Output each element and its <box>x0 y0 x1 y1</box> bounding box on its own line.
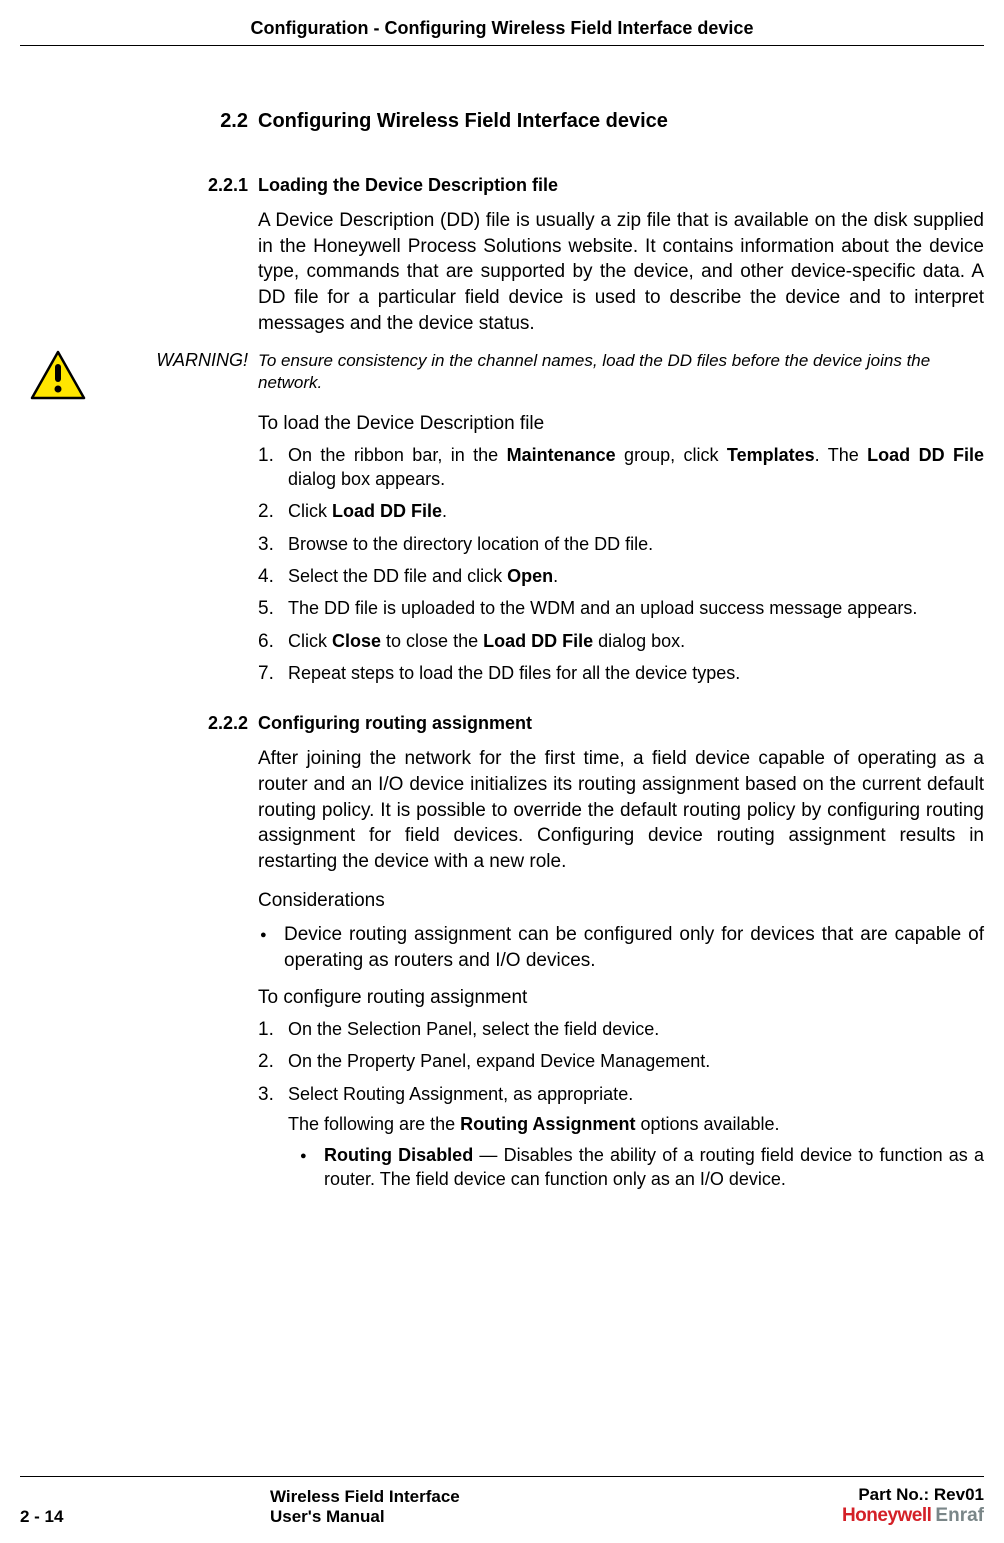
t: Open <box>507 566 553 586</box>
subsection-title: Loading the Device Description file <box>258 175 984 196</box>
options-list: Routing Disabled — Disables the ability … <box>298 1143 984 1192</box>
follow-text: The following are the Routing Assignment… <box>288 1114 984 1135</box>
warning-block: WARNING! To ensure consistency in the ch… <box>20 350 984 405</box>
t: group, click <box>616 445 727 465</box>
step: The DD file is uploaded to the WDM and a… <box>258 596 984 620</box>
t: Click <box>288 631 332 651</box>
para-2-2-2: After joining the network for the first … <box>258 746 984 874</box>
warning-label: WARNING! <box>94 350 258 371</box>
t: Load DD File <box>483 631 593 651</box>
page-header-title: Configuration - Configuring Wireless Fie… <box>0 0 1004 39</box>
step: Click Load DD File. <box>258 499 984 523</box>
t: . The <box>815 445 868 465</box>
para-2-2-1: A Device Description (DD) file is usuall… <box>258 208 984 336</box>
option-bullet: Routing Disabled — Disables the ability … <box>298 1143 984 1192</box>
t: Maintenance <box>507 445 616 465</box>
step: Click Close to close the Load DD File di… <box>258 629 984 653</box>
page-number: 2 - 14 <box>20 1507 240 1527</box>
t: Select the DD file and click <box>288 566 507 586</box>
header-rule <box>20 45 984 46</box>
steps-2-2-2: On the Selection Panel, select the field… <box>258 1017 984 1106</box>
section-title: Configuring Wireless Field Interface dev… <box>258 110 984 133</box>
content-area: 2.2 Configuring Wireless Field Interface… <box>20 100 984 1191</box>
bullet: Device routing assignment can be configu… <box>258 922 984 973</box>
considerations-list: Device routing assignment can be configu… <box>258 922 984 973</box>
t: Templates <box>727 445 815 465</box>
warning-text: To ensure consistency in the channel nam… <box>258 350 984 394</box>
footer-right: Part No.: Rev01 HoneywellEnraf <box>842 1485 984 1527</box>
brand: HoneywellEnraf <box>842 1505 984 1527</box>
considerations-label: Considerations <box>258 888 984 914</box>
step: Select the DD file and click Open. <box>258 564 984 588</box>
t: dialog box. <box>593 631 685 651</box>
t: The following are the <box>288 1114 460 1134</box>
t: to close the <box>381 631 483 651</box>
subsection-number: 2.2.1 <box>20 175 258 196</box>
lead-2-2-1: To load the Device Description file <box>258 411 984 437</box>
footer-center: Wireless Field Interface User's Manual <box>240 1487 842 1527</box>
steps-2-2-1: On the ribbon bar, in the Maintenance gr… <box>258 443 984 685</box>
t: options available. <box>635 1114 779 1134</box>
t: . <box>442 501 447 521</box>
t: . <box>553 566 558 586</box>
step: Select Routing Assignment, as appropriat… <box>258 1082 984 1106</box>
t: Click <box>288 501 332 521</box>
t: Routing Assignment <box>460 1114 635 1134</box>
page-footer: 2 - 14 Wireless Field Interface User's M… <box>20 1485 984 1527</box>
step: Repeat steps to load the DD files for al… <box>258 661 984 685</box>
t: On the ribbon bar, in the <box>288 445 507 465</box>
section-2-2-heading: 2.2 Configuring Wireless Field Interface… <box>20 110 984 133</box>
enraf-logo: Enraf <box>935 1505 984 1526</box>
t: Routing Disabled <box>324 1145 473 1165</box>
subsection-title: Configuring routing assignment <box>258 713 984 734</box>
step: On the Selection Panel, select the field… <box>258 1017 984 1041</box>
step: On the ribbon bar, in the Maintenance gr… <box>258 443 984 492</box>
t: Close <box>332 631 381 651</box>
warning-icon <box>30 350 94 405</box>
step: Browse to the directory location of the … <box>258 532 984 556</box>
part-number: Part No.: Rev01 <box>842 1485 984 1505</box>
footer-rule <box>20 1476 984 1477</box>
section-2-2-2-heading: 2.2.2 Configuring routing assignment <box>20 713 984 734</box>
t: Load DD File <box>332 501 442 521</box>
footer-line2: User's Manual <box>270 1507 842 1527</box>
t: Load DD File <box>867 445 984 465</box>
section-2-2-1-heading: 2.2.1 Loading the Device Description fil… <box>20 175 984 196</box>
lead-2-2-2: To configure routing assignment <box>258 985 984 1011</box>
subsection-number: 2.2.2 <box>20 713 258 734</box>
footer-line1: Wireless Field Interface <box>270 1487 842 1507</box>
t: dialog box appears. <box>288 469 445 489</box>
honeywell-logo: Honeywell <box>842 1505 931 1526</box>
step: On the Property Panel, expand Device Man… <box>258 1049 984 1073</box>
section-number: 2.2 <box>20 110 258 133</box>
